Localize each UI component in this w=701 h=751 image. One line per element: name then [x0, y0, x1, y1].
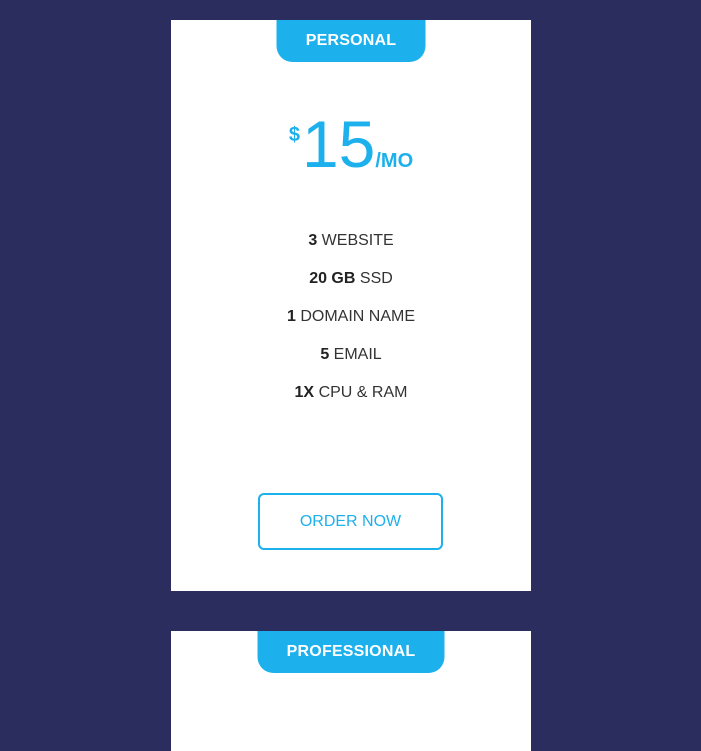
feature-label: DOMAIN NAME	[300, 308, 416, 325]
feature-item: 5 EMAIL	[171, 345, 531, 383]
feature-label: SSD	[359, 270, 393, 287]
feature-value: 20 GB	[309, 270, 356, 287]
price-currency: $	[288, 124, 300, 146]
pricing-card-personal: PERSONAL $15/MO 3 WEBSITE 20 GB SSD 1 DO…	[171, 20, 531, 591]
feature-list: 3 WEBSITE 20 GB SSD 1 DOMAIN NAME 5 EMAI…	[171, 231, 531, 421]
pricing-card-professional: PROFESSIONAL	[171, 631, 531, 751]
feature-value: 1X	[294, 384, 315, 401]
plan-name-tab: PROFESSIONAL	[257, 631, 445, 673]
feature-item: 1 DOMAIN NAME	[171, 307, 531, 345]
order-now-button[interactable]: ORDER NOW	[258, 493, 443, 550]
feature-item: 3 WEBSITE	[171, 231, 531, 269]
feature-value: 3	[308, 232, 318, 249]
feature-value: 5	[320, 346, 330, 363]
feature-label: EMAIL	[333, 346, 382, 363]
feature-item: 1X CPU & RAM	[171, 383, 531, 421]
feature-value: 1	[286, 308, 296, 325]
price-display: $15/MO	[171, 108, 531, 180]
feature-item: 20 GB SSD	[171, 269, 531, 307]
price-period: /MO	[375, 150, 414, 172]
feature-label: WEBSITE	[321, 232, 394, 249]
price-amount: 15	[301, 107, 376, 181]
feature-label: CPU & RAM	[318, 384, 408, 401]
plan-name-tab: PERSONAL	[276, 20, 426, 62]
